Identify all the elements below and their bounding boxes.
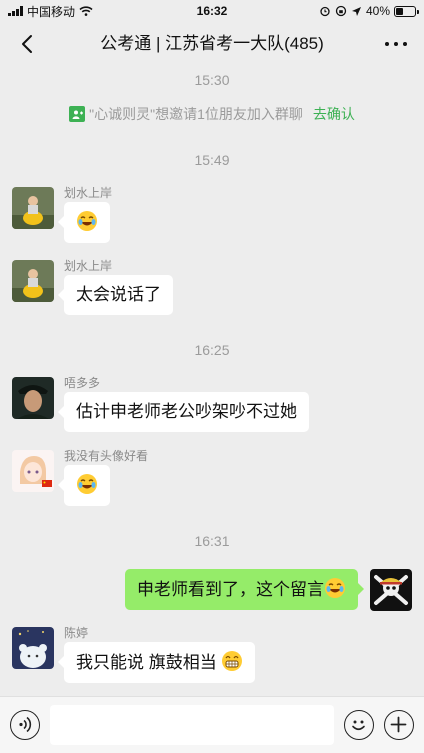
message-input[interactable] bbox=[50, 705, 334, 745]
avatar[interactable] bbox=[12, 260, 54, 302]
invite-icon bbox=[69, 106, 86, 122]
avatar[interactable] bbox=[12, 627, 54, 669]
grin-emoji-icon bbox=[222, 651, 243, 671]
more-icon[interactable] bbox=[382, 32, 410, 56]
message-bubble[interactable]: 估计申老师老公吵架吵不过她 bbox=[58, 392, 309, 432]
timestamp: 15:49 bbox=[194, 152, 230, 168]
message-text: 估计申老师老公吵架吵不过她 bbox=[76, 402, 297, 421]
system-notice-text: "心诚则灵"想邀请1位朋友加入群聊 bbox=[89, 106, 303, 122]
battery-icon bbox=[394, 5, 419, 17]
laugh-cry-emoji-icon bbox=[325, 578, 345, 598]
sender-name: 划水上岸 bbox=[64, 186, 113, 200]
message-text: 太会说话了 bbox=[76, 285, 161, 304]
system-notice: "心诚则灵"想邀请1位朋友加入群聊 去确认 bbox=[0, 104, 424, 124]
laugh-cry-emoji-icon bbox=[77, 211, 97, 231]
input-bar bbox=[0, 696, 424, 753]
message-bubble[interactable] bbox=[58, 202, 110, 243]
sender-name: 我没有头像好看 bbox=[64, 449, 149, 463]
chat-area[interactable]: 15:30 "心诚则灵"想邀请1位朋友加入群聊 去确认 15:49 划水上岸 划… bbox=[0, 66, 424, 696]
sender-name: 划水上岸 bbox=[64, 259, 113, 273]
nav-bar: 公考通 | 江苏省考一大队(485) bbox=[0, 22, 424, 66]
voice-button[interactable] bbox=[10, 710, 40, 740]
message-bubble[interactable]: 太会说话了 bbox=[58, 275, 173, 315]
voice-icon bbox=[19, 716, 32, 733]
timestamp: 16:31 bbox=[194, 533, 230, 549]
sender-name: 唔多多 bbox=[64, 376, 101, 390]
smiley-icon bbox=[352, 720, 365, 731]
timestamp: 15:30 bbox=[194, 72, 230, 88]
avatar[interactable] bbox=[12, 187, 54, 229]
confirm-link[interactable]: 去确认 bbox=[313, 104, 355, 124]
message-text: 申老师看到了，这个留言 bbox=[137, 580, 324, 599]
message-bubble[interactable]: 我只能说 旗鼓相当 bbox=[57, 642, 256, 683]
emoji-button[interactable] bbox=[344, 710, 374, 740]
chat-title: 公考通 | 江苏省考一大队(485) bbox=[100, 34, 324, 53]
message-text: 我只能说 旗鼓相当 bbox=[76, 653, 217, 672]
plus-button[interactable] bbox=[384, 710, 414, 740]
back-icon[interactable] bbox=[16, 32, 40, 56]
status-time: 16:32 bbox=[196, 4, 228, 18]
battery-fill bbox=[396, 7, 404, 15]
timestamp: 16:25 bbox=[194, 342, 230, 358]
avatar[interactable] bbox=[12, 377, 54, 419]
message-bubble[interactable]: 申老师看到了，这个留言 bbox=[125, 569, 364, 610]
own-avatar[interactable] bbox=[370, 569, 412, 611]
sender-name: 陈婷 bbox=[64, 626, 89, 640]
status-bar: 中国移动 16:32 40% bbox=[0, 0, 424, 22]
laugh-cry-emoji-icon bbox=[77, 474, 97, 494]
message-bubble[interactable] bbox=[58, 465, 110, 506]
plus-icon bbox=[390, 716, 407, 733]
avatar[interactable] bbox=[12, 450, 54, 492]
